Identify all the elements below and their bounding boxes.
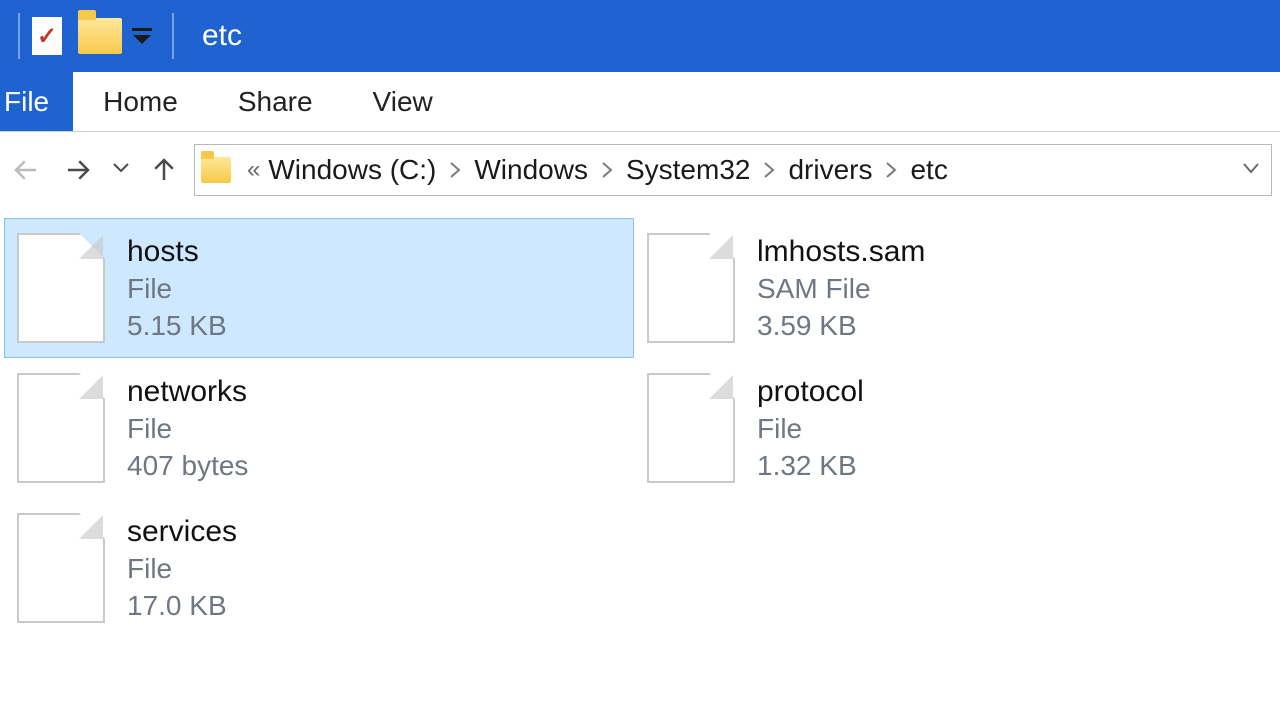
breadcrumb-segment[interactable]: etc [910, 154, 947, 186]
file-icon [17, 513, 105, 623]
file-type: File [127, 271, 227, 307]
file-type: File [757, 411, 864, 447]
file-type: File [127, 411, 248, 447]
file-icon [647, 233, 735, 343]
file-size: 5.15 KB [127, 308, 227, 344]
chevron-down-icon[interactable] [1241, 161, 1261, 180]
file-size: 17.0 KB [127, 588, 237, 624]
breadcrumb-segment[interactable]: drivers [788, 154, 872, 186]
file-name: networks [127, 372, 248, 411]
file-item[interactable]: hosts File 5.15 KB [4, 218, 634, 358]
nav-forward-button[interactable] [56, 148, 100, 192]
file-text: networks File 407 bytes [127, 372, 248, 484]
qat-divider [18, 13, 20, 59]
nav-up-button[interactable] [142, 148, 186, 192]
folder-icon [201, 157, 231, 183]
file-size: 407 bytes [127, 448, 248, 484]
ribbon-tabs: File Home Share View [0, 72, 1280, 132]
chevron-right-icon[interactable] [594, 160, 620, 180]
tab-view[interactable]: View [343, 72, 463, 131]
file-name: protocol [757, 372, 864, 411]
breadcrumb-overflow[interactable]: « [247, 156, 258, 184]
file-item[interactable]: networks File 407 bytes [4, 358, 634, 498]
file-text: services File 17.0 KB [127, 512, 237, 624]
file-size: 1.32 KB [757, 448, 864, 484]
file-item[interactable]: protocol File 1.32 KB [634, 358, 1264, 498]
file-size: 3.59 KB [757, 308, 925, 344]
file-text: protocol File 1.32 KB [757, 372, 864, 484]
recent-locations-icon[interactable] [108, 161, 134, 179]
file-text: hosts File 5.15 KB [127, 232, 227, 344]
nav-back-button[interactable] [4, 148, 48, 192]
file-icon [17, 373, 105, 483]
file-text: lmhosts.sam SAM File 3.59 KB [757, 232, 925, 344]
file-pane[interactable]: hosts File 5.15 KB lmhosts.sam SAM File … [0, 208, 1280, 648]
breadcrumb-segment[interactable]: Windows (C:) [268, 154, 436, 186]
title-bar: etc [0, 0, 1280, 72]
file-item[interactable]: lmhosts.sam SAM File 3.59 KB [634, 218, 1264, 358]
file-type: File [127, 551, 237, 587]
breadcrumb[interactable]: « Windows (C:) Windows System32 drivers … [194, 144, 1272, 196]
nav-row: « Windows (C:) Windows System32 drivers … [0, 132, 1280, 208]
tab-home[interactable]: Home [73, 72, 208, 131]
breadcrumb-segment[interactable]: Windows [474, 154, 588, 186]
chevron-right-icon[interactable] [756, 160, 782, 180]
chevron-right-icon[interactable] [442, 160, 468, 180]
file-name: lmhosts.sam [757, 232, 925, 271]
qat-divider [172, 13, 174, 59]
file-icon [647, 373, 735, 483]
file-item[interactable]: services File 17.0 KB [4, 498, 634, 638]
file-icon [17, 233, 105, 343]
file-name: services [127, 512, 237, 551]
file-name: hosts [127, 232, 227, 271]
breadcrumb-segment[interactable]: System32 [626, 154, 751, 186]
properties-icon[interactable] [32, 17, 62, 55]
folder-icon[interactable] [78, 18, 122, 54]
chevron-right-icon[interactable] [878, 160, 904, 180]
tab-share[interactable]: Share [208, 72, 343, 131]
window-title: etc [202, 19, 242, 53]
file-type: SAM File [757, 271, 925, 307]
qat-dropdown-icon[interactable] [132, 28, 152, 44]
tab-file[interactable]: File [0, 72, 73, 131]
